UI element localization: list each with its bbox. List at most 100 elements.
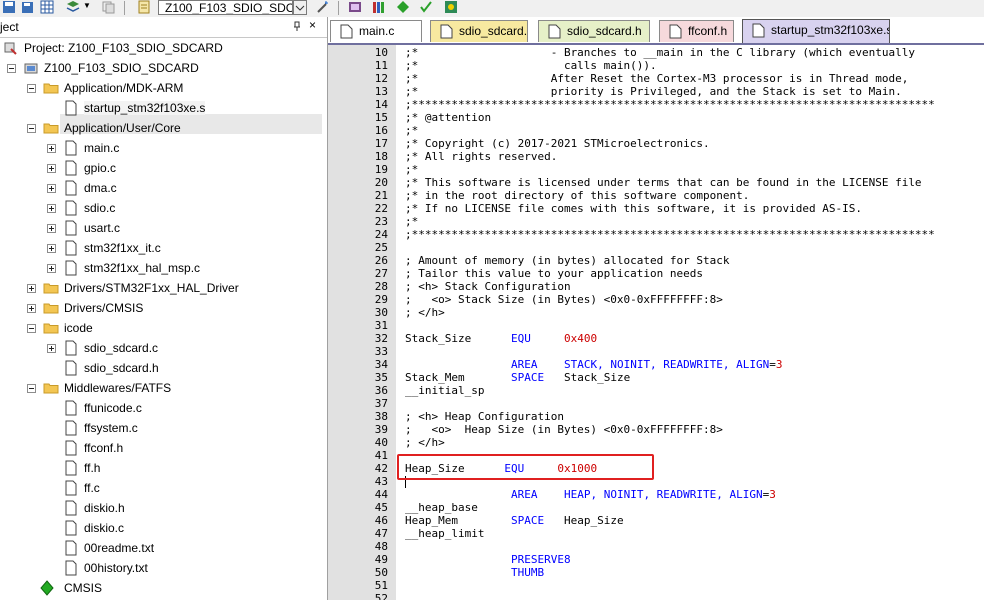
code-line[interactable]: 39 ; <o> Heap Size (in Bytes) <0x0-0xFFFF… xyxy=(328,423,984,436)
code-line[interactable]: 51 xyxy=(328,579,984,592)
tree-item[interactable]: Project: Z100_F103_SDIO_SDCARD xyxy=(0,38,322,58)
expand-plus-icon[interactable] xyxy=(47,244,56,253)
code-line[interactable]: 14 ;*************************************… xyxy=(328,98,984,111)
collapse-minus-icon[interactable] xyxy=(27,124,36,133)
code-line[interactable]: 29 ; <o> Stack Size (in Bytes) <0x0-0xFFF… xyxy=(328,293,984,306)
layers-icon[interactable] xyxy=(66,0,80,14)
tree-item[interactable]: Z100_F103_SDIO_SDCARD xyxy=(0,58,322,78)
code-line[interactable]: 19 ;* xyxy=(328,163,984,176)
tree-item[interactable]: Middlewares/FATFS xyxy=(0,378,322,398)
code-line[interactable]: 15 ;* @attention xyxy=(328,111,984,124)
tree-item[interactable]: ff.c xyxy=(0,478,322,498)
code-line[interactable]: 17 ;* Copyright (c) 2017-2021 STMicroelec… xyxy=(328,137,984,150)
code-line[interactable]: 31 xyxy=(328,319,984,332)
grid-icon[interactable] xyxy=(40,0,54,14)
code-line[interactable]: 37 xyxy=(328,397,984,410)
books-icon[interactable] xyxy=(372,0,386,14)
tree-item[interactable]: Application/User/Core xyxy=(0,118,322,138)
code-line[interactable]: 46 Heap_Mem SPACE Heap_Size xyxy=(328,514,984,527)
code-line[interactable]: 52 xyxy=(328,592,984,600)
code-line[interactable]: 38 ; <h> Heap Configuration xyxy=(328,410,984,423)
code-line[interactable]: 45 __heap_base xyxy=(328,501,984,514)
debug-config-icon[interactable] xyxy=(444,0,458,14)
close-icon[interactable]: × xyxy=(309,19,316,31)
code-line[interactable]: 50 THUMB xyxy=(328,566,984,579)
code-line[interactable]: 25 xyxy=(328,241,984,254)
tree-item[interactable]: sdio_sdcard.c xyxy=(0,338,322,358)
expand-plus-icon[interactable] xyxy=(47,344,56,353)
copy-icon[interactable] xyxy=(101,0,115,14)
tree-item[interactable]: ffsystem.c xyxy=(0,418,322,438)
code-line[interactable]: 33 xyxy=(328,345,984,358)
tree-item[interactable]: startup_stm32f103xe.s xyxy=(0,98,322,118)
tree-item[interactable]: 00history.txt xyxy=(0,558,322,578)
code-line[interactable]: 32 Stack_Size EQU 0x400 xyxy=(328,332,984,345)
code-line[interactable]: 28 ; <h> Stack Configuration xyxy=(328,280,984,293)
tree-item[interactable]: gpio.c xyxy=(0,158,322,178)
expand-plus-icon[interactable] xyxy=(47,184,56,193)
code-line[interactable]: 44 AREA HEAP, NOINIT, READWRITE, ALIGN=3 xyxy=(328,488,984,501)
code-line[interactable]: 11 ;* calls main()). xyxy=(328,59,984,72)
magic-wand-icon[interactable] xyxy=(316,0,330,14)
expand-plus-icon[interactable] xyxy=(47,264,56,273)
code-line[interactable]: 40 ; </h> xyxy=(328,436,984,449)
dropdown-arrow-icon[interactable]: ▼ xyxy=(83,1,91,10)
expand-plus-icon[interactable] xyxy=(27,304,36,313)
code-line[interactable]: 10 ;* - Branches to __main in the C libra… xyxy=(328,46,984,59)
tab[interactable]: main.c xyxy=(330,20,422,42)
code-line[interactable]: 23 ;* xyxy=(328,215,984,228)
tree-item[interactable]: ff.h xyxy=(0,458,322,478)
code-line[interactable]: 34 AREA STACK, NOINIT, READWRITE, ALIGN=… xyxy=(328,358,984,371)
tree-item[interactable]: stm32f1xx_hal_msp.c xyxy=(0,258,322,278)
tree-item[interactable]: diskio.h xyxy=(0,498,322,518)
green-diamond-icon[interactable] xyxy=(396,0,410,14)
pack-installer-icon[interactable] xyxy=(348,0,362,14)
tree-item[interactable]: dma.c xyxy=(0,178,322,198)
code-line[interactable]: 35 Stack_Mem SPACE Stack_Size xyxy=(328,371,984,384)
code-line[interactable]: 21 ;* in the root directory of this softw… xyxy=(328,189,984,202)
tree-item[interactable]: Drivers/STM32F1xx_HAL_Driver xyxy=(0,278,322,298)
tab[interactable]: sdio_sdcard.c xyxy=(430,20,528,42)
code-line[interactable]: 20 ;* This software is licensed under ter… xyxy=(328,176,984,189)
code-line[interactable]: 30 ; </h> xyxy=(328,306,984,319)
code-line[interactable]: 12 ;* After Reset the Cortex-M3 processor… xyxy=(328,72,984,85)
expand-plus-icon[interactable] xyxy=(47,144,56,153)
code-line[interactable]: 36 __initial_sp xyxy=(328,384,984,397)
code-line[interactable]: 24 ;*************************************… xyxy=(328,228,984,241)
tab[interactable]: sdio_sdcard.h xyxy=(538,20,650,42)
expand-plus-icon[interactable] xyxy=(47,164,56,173)
tree-item[interactable]: 00readme.txt xyxy=(0,538,322,558)
code-line[interactable]: 26 ; Amount of memory (in bytes) allocate… xyxy=(328,254,984,267)
tree-item[interactable]: Drivers/CMSIS xyxy=(0,298,322,318)
collapse-minus-icon[interactable] xyxy=(27,384,36,393)
code-line[interactable]: 47 __heap_limit xyxy=(328,527,984,540)
tree-item[interactable]: usart.c xyxy=(0,218,322,238)
expand-plus-icon[interactable] xyxy=(47,224,56,233)
tree-item[interactable]: sdio.c xyxy=(0,198,322,218)
tree-item[interactable]: sdio_sdcard.h xyxy=(0,358,322,378)
tree-item[interactable]: icode xyxy=(0,318,322,338)
tab-active[interactable]: startup_stm32f103xe.s xyxy=(742,19,890,43)
tree-item[interactable]: diskio.c xyxy=(0,518,322,538)
collapse-minus-icon[interactable] xyxy=(27,84,36,93)
code-line[interactable]: 49 PRESERVE8 xyxy=(328,553,984,566)
tree-item[interactable]: main.c xyxy=(0,138,322,158)
tab[interactable]: ffconf.h xyxy=(659,20,734,42)
pin-icon[interactable] xyxy=(292,21,302,31)
target-select-chevron-down-icon[interactable] xyxy=(293,0,307,15)
code-line[interactable]: 18 ;* All rights reserved. xyxy=(328,150,984,163)
code-line[interactable]: 27 ; Tailor this value to your applicatio… xyxy=(328,267,984,280)
collapse-minus-icon[interactable] xyxy=(27,324,36,333)
target-select[interactable]: Z100_F103_SDIO_SDCARD xyxy=(158,0,293,15)
tree-item[interactable]: CMSIS xyxy=(0,578,322,598)
tree-item[interactable]: stm32f1xx_it.c xyxy=(0,238,322,258)
code-line[interactable]: 48 xyxy=(328,540,984,553)
expand-plus-icon[interactable] xyxy=(47,204,56,213)
save-icon[interactable] xyxy=(2,0,16,14)
code-line[interactable]: 16 ;* xyxy=(328,124,984,137)
tree-item[interactable]: ffunicode.c xyxy=(0,398,322,418)
expand-plus-icon[interactable] xyxy=(27,284,36,293)
save-all-icon[interactable] xyxy=(20,0,34,14)
run-check-icon[interactable] xyxy=(419,0,433,14)
tree-item[interactable]: ffconf.h xyxy=(0,438,322,458)
